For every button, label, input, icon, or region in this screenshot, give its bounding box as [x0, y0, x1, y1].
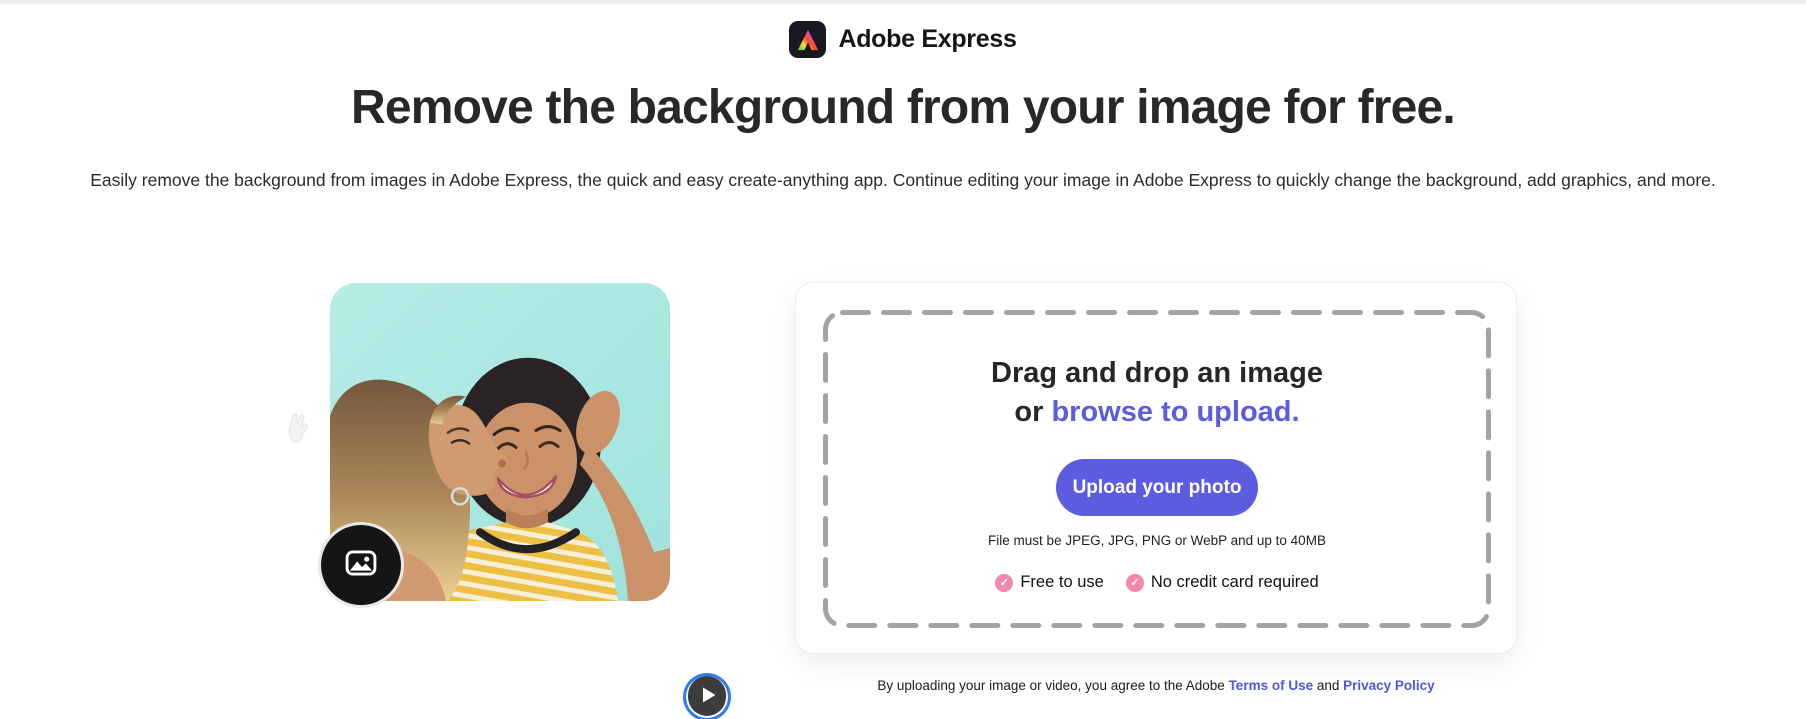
top-divider — [0, 0, 1806, 4]
benefit-label: Free to use — [1020, 573, 1104, 591]
browse-to-upload-link[interactable]: browse to upload. — [1051, 396, 1299, 428]
play-icon — [688, 675, 726, 719]
upload-card: Drag and drop an image or browse to uplo… — [795, 282, 1517, 654]
dropzone-title: Drag and drop an image or browse to uplo… — [991, 354, 1323, 432]
benefit-label: No credit card required — [1150, 573, 1319, 591]
benefit-no-card: ✓ No credit card required — [1125, 573, 1319, 592]
terms-of-use-link[interactable]: Terms of Use — [1229, 678, 1314, 693]
dropzone-line2: or browse to upload. — [1014, 396, 1300, 428]
dropzone-line1: Drag and drop an image — [991, 357, 1323, 389]
page-title: Remove the background from your image fo… — [351, 81, 1456, 134]
privacy-policy-link[interactable]: Privacy Policy — [1343, 678, 1435, 693]
file-requirements: File must be JPEG, JPG, PNG or WebP and … — [988, 533, 1326, 548]
check-icon: ✓ — [995, 573, 1014, 592]
brand-name: Adobe Express — [838, 25, 1017, 53]
hand-sticker-icon — [282, 408, 317, 453]
play-video-button[interactable] — [688, 675, 726, 719]
check-icon: ✓ — [1125, 573, 1144, 592]
image-icon — [342, 544, 380, 587]
page-subtitle: Easily remove the background from images… — [90, 170, 1716, 190]
benefit-free: ✓ Free to use — [995, 573, 1104, 592]
benefits-row: ✓ Free to use ✓ No credit card required — [995, 573, 1319, 592]
upload-photo-button[interactable]: Upload your photo — [1056, 459, 1258, 516]
photo-type-badge — [318, 522, 404, 608]
brand-header[interactable]: Adobe Express — [0, 21, 1806, 58]
dropzone[interactable]: Drag and drop an image or browse to uplo… — [823, 310, 1491, 628]
legal-notice: By uploading your image or video, you ag… — [877, 678, 1435, 693]
adobe-express-logo-icon — [789, 21, 827, 58]
